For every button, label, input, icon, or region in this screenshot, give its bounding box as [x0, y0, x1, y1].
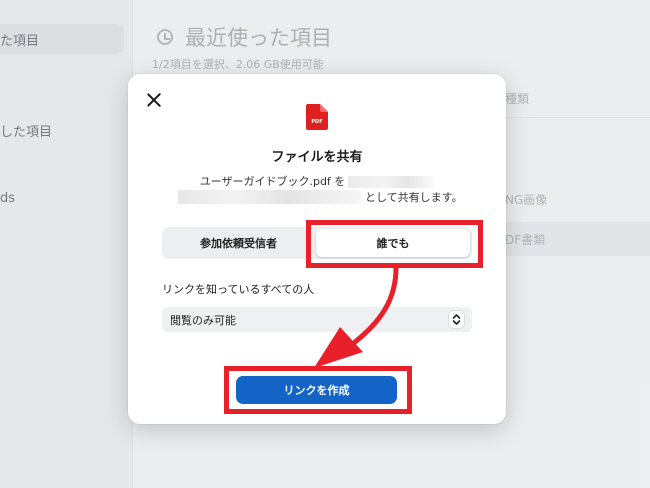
close-icon[interactable] — [144, 90, 164, 110]
file-name-text: ユーザーガイドブック.pdf を — [199, 175, 346, 188]
chevron-updown-icon — [449, 311, 464, 328]
pdf-icon-label: PDF — [311, 119, 322, 125]
dialog-title: ファイルを共有 — [271, 150, 363, 165]
segment-invitees[interactable]: 参加依頼受信者 — [163, 229, 314, 257]
permission-select[interactable]: 閲覧のみ可能 — [162, 307, 472, 332]
share-description-line1: ユーザーガイドブック.pdf を — [128, 173, 506, 189]
pdf-file-icon: PDF — [306, 104, 328, 130]
annotation-highlight-create — [224, 366, 412, 414]
share-description-line2: として共有します。 — [178, 189, 463, 205]
permission-select-value: 閲覧のみ可能 — [170, 313, 236, 327]
link-access-label: リンクを知っているすべての人 — [162, 283, 315, 296]
redacted-text — [348, 176, 435, 188]
redacted-text — [178, 190, 361, 204]
annotation-highlight-anyone — [306, 220, 483, 268]
share-as-text: として共有します。 — [365, 191, 463, 204]
